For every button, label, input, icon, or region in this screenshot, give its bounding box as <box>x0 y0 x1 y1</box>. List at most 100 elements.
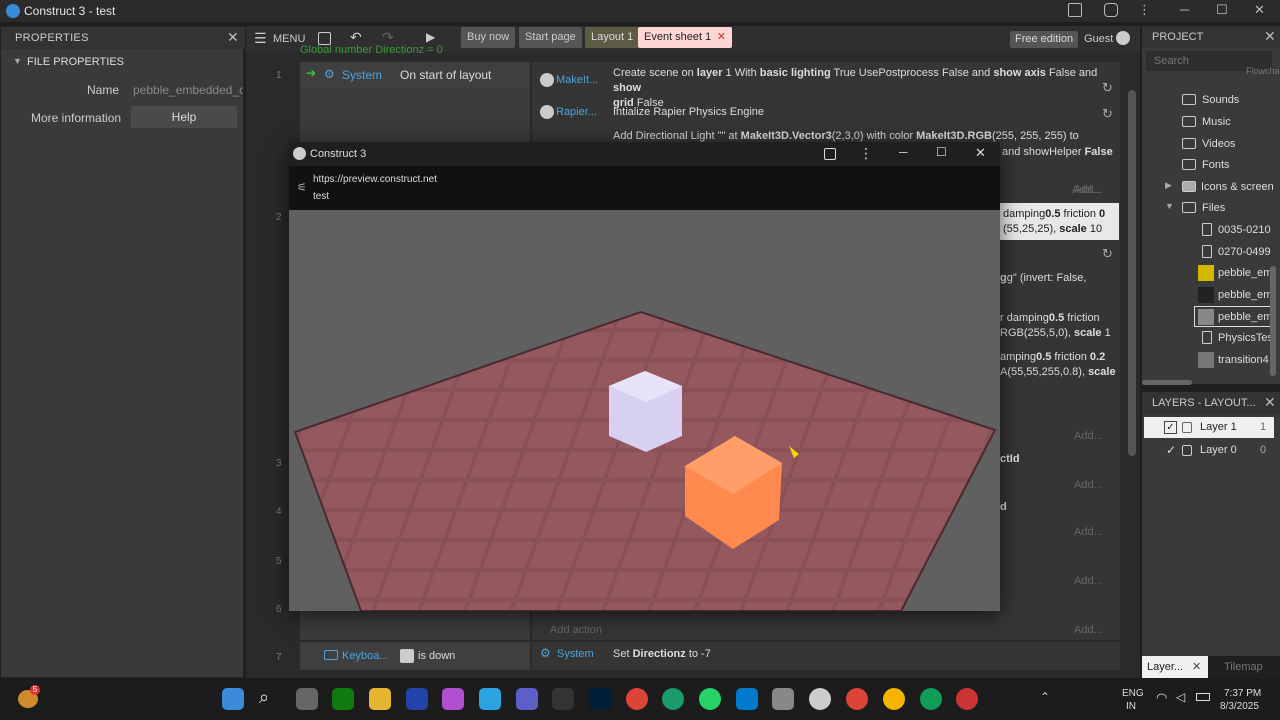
game-canvas[interactable] <box>289 210 1000 611</box>
minimize-icon[interactable]: ─ <box>1180 2 1189 17</box>
chrome-profile-icon[interactable] <box>846 688 868 710</box>
folder-sounds[interactable]: Sounds <box>1142 90 1280 111</box>
event-1-condition[interactable]: ➔ ⚙ System On start of layout <box>300 62 530 88</box>
folder-icons[interactable]: ▶ Icons & screen <box>1142 177 1280 198</box>
teams-icon[interactable] <box>516 688 538 710</box>
construct-taskbar-icon[interactable] <box>809 688 831 710</box>
refresh-icon[interactable]: ↻ <box>1102 106 1113 122</box>
search-icon[interactable]: ⌕ <box>259 687 269 708</box>
chrome-icon[interactable] <box>626 688 648 710</box>
user-avatar-icon[interactable] <box>1116 31 1130 45</box>
close-icon[interactable]: ✕ <box>1254 2 1265 18</box>
folder-videos[interactable]: Videos <box>1142 134 1280 155</box>
language-secondary[interactable]: IN <box>1126 701 1136 712</box>
copilot-icon[interactable] <box>442 688 464 710</box>
expand-triangle-icon[interactable]: ▶ <box>1165 180 1172 191</box>
edge-icon[interactable] <box>662 688 684 710</box>
file-properties-section[interactable]: ▼ FILE PROPERTIES <box>1 51 245 73</box>
action-3-text[interactable]: Add Directional Light "" at MakeIt3D.Vec… <box>613 130 1079 142</box>
telegram-icon[interactable] <box>479 688 501 710</box>
addons-icon[interactable] <box>1104 3 1118 17</box>
action-2-object[interactable]: Rapier... <box>556 106 597 118</box>
start-icon[interactable] <box>222 688 244 710</box>
collapse-triangle-icon[interactable]: ▼ <box>1165 201 1174 211</box>
close-icon[interactable]: ✕ <box>975 145 986 161</box>
action-2-text[interactable]: Intialize Rapier Physics Engine <box>613 106 764 118</box>
tab-tilemap[interactable]: Tilemap <box>1224 661 1263 673</box>
close-layers-icon[interactable]: ✕ <box>1264 394 1276 411</box>
refresh-icon[interactable]: ↻ <box>1102 246 1113 262</box>
free-edition-badge[interactable]: Free edition <box>1010 31 1079 48</box>
photoshop-icon[interactable] <box>589 688 611 710</box>
site-settings-icon[interactable]: ⚟ <box>297 181 307 194</box>
preview-url[interactable]: https://preview.construct.net <box>313 174 437 185</box>
action-1-text[interactable]: Create scene on layer 1 With basic light… <box>613 66 1113 111</box>
file-item[interactable]: transition4 <box>1142 350 1280 371</box>
minimize-icon[interactable]: ─ <box>899 145 908 159</box>
language-primary[interactable]: ENG <box>1122 688 1144 699</box>
add-action-link[interactable]: Add... <box>1074 184 1103 196</box>
vscode-icon[interactable] <box>736 688 758 710</box>
refresh-icon[interactable]: ↻ <box>1102 80 1113 96</box>
clock-date[interactable]: 8/3/2025 <box>1220 701 1259 712</box>
project-vscroll[interactable] <box>1270 266 1276 376</box>
clock-time[interactable]: 7:37 PM <box>1224 688 1261 699</box>
name-value[interactable]: pebble_embedded_con <box>133 83 243 97</box>
notes-icon[interactable] <box>1068 3 1082 17</box>
more-icon[interactable]: ⋮ <box>859 145 873 162</box>
file-explorer-icon[interactable] <box>369 688 391 710</box>
chevron-up-icon[interactable]: ⌃ <box>1040 690 1050 704</box>
play-icon[interactable]: ▶ <box>426 30 435 44</box>
selected-action-fragment[interactable]: damping0.5 friction 0 (55,25,25), scale 1… <box>1000 203 1119 240</box>
extension-icon[interactable] <box>824 148 836 160</box>
close-properties-icon[interactable]: ✕ <box>227 29 239 46</box>
davinci-icon[interactable] <box>552 688 574 710</box>
file-item[interactable]: pebble_em <box>1142 263 1280 284</box>
project-hscroll[interactable] <box>1142 380 1192 385</box>
whatsapp-icon[interactable] <box>699 688 721 710</box>
add-action-link[interactable]: Add... <box>1074 479 1103 491</box>
close-tab-icon[interactable]: ✕ <box>1192 660 1201 673</box>
close-project-icon[interactable]: ✕ <box>1264 28 1276 45</box>
chrome-profile-icon[interactable] <box>920 688 942 710</box>
add-action-link-left[interactable]: Add action <box>550 624 602 636</box>
task-view-icon[interactable] <box>296 688 318 710</box>
volume-icon[interactable]: ◁ <box>1176 690 1185 704</box>
action-1-object[interactable]: MakeIt... <box>556 74 598 86</box>
app-icon[interactable] <box>956 688 978 710</box>
visible-checkbox-icon[interactable]: ✓ <box>1164 421 1177 434</box>
app-icon[interactable] <box>406 688 428 710</box>
guest-label[interactable]: Guest <box>1084 33 1113 45</box>
file-item[interactable]: 0035-0210 <box>1142 220 1280 241</box>
nvidia-icon[interactable] <box>332 688 354 710</box>
tab-layers[interactable]: Layer... ✕ <box>1142 656 1208 678</box>
layer-row-selected[interactable]: ✓ Layer 1 1 <box>1144 417 1274 438</box>
file-item[interactable]: 0270-0499 <box>1142 242 1280 263</box>
folder-fonts[interactable]: Fonts <box>1142 155 1280 176</box>
editor-scrollbar[interactable] <box>1128 90 1136 456</box>
event-7-condition[interactable]: Keyboa... is down <box>300 642 530 670</box>
file-item[interactable]: PhysicsTes <box>1142 328 1280 349</box>
add-action-link[interactable]: Add... <box>1074 430 1103 442</box>
visible-check-icon[interactable]: ✓ <box>1166 443 1176 457</box>
add-action-link[interactable]: Add... <box>1074 624 1103 636</box>
chrome-profile-icon[interactable] <box>883 688 905 710</box>
event-7-actions[interactable]: ⚙ System Set Directionz to -7 <box>532 642 1120 670</box>
folder-files[interactable]: ▼ Files <box>1142 198 1280 219</box>
close-tab-icon[interactable]: ✕ <box>717 27 726 48</box>
collapse-triangle-icon[interactable]: ▼ <box>13 56 22 66</box>
add-action-link[interactable]: Add... <box>1074 575 1103 587</box>
file-item[interactable]: pebble_em <box>1142 285 1280 306</box>
tab-layout-1[interactable]: Layout 1 <box>585 27 640 48</box>
maximize-icon[interactable]: ☐ <box>936 145 947 159</box>
lock-icon[interactable] <box>1182 445 1192 456</box>
wifi-icon[interactable]: ◠ <box>1156 690 1167 706</box>
settings-icon[interactable] <box>772 688 794 710</box>
layer-row[interactable]: ✓ Layer 0 0 <box>1144 440 1274 461</box>
file-item-selected[interactable]: pebble_em <box>1194 306 1274 327</box>
lock-icon[interactable] <box>1182 422 1192 433</box>
folder-music[interactable]: Music <box>1142 112 1280 133</box>
hamburger-icon[interactable]: ☰ <box>254 30 267 47</box>
help-button[interactable]: Help <box>131 106 237 128</box>
maximize-icon[interactable]: ☐ <box>1216 2 1228 18</box>
